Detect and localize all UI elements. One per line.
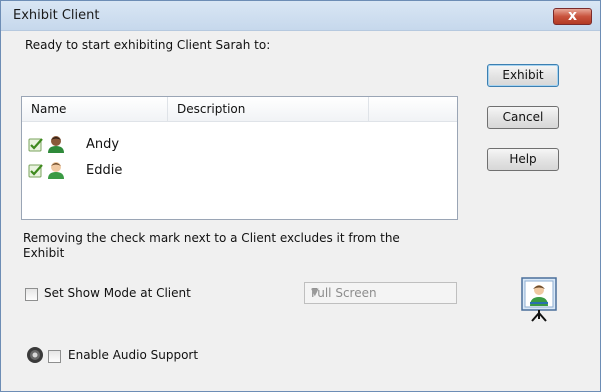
list-header: Name Description [22, 97, 457, 122]
column-header-name[interactable]: Name [22, 97, 168, 121]
column-header-description-label: Description [177, 102, 246, 116]
list-item[interactable]: Eddie [28, 160, 328, 182]
exhibit-client-dialog: Exhibit Client x Ready to start exhibiti… [0, 0, 601, 392]
exclude-note-line2: Exhibit [23, 246, 65, 260]
person-icon [48, 162, 64, 179]
column-header-name-label: Name [31, 102, 67, 116]
title-bar: Exhibit Client x [1, 1, 600, 31]
audio-support-checkbox[interactable] [48, 350, 61, 363]
person-icon [48, 136, 64, 153]
cancel-button[interactable]: Cancel [487, 106, 559, 129]
exclude-note-line1: Removing the check mark next to a Client… [23, 231, 400, 245]
speaker-icon [27, 347, 43, 363]
check-icon[interactable] [28, 137, 44, 152]
check-icon[interactable] [28, 163, 44, 178]
list-item[interactable]: Andy [28, 134, 328, 156]
exhibit-button[interactable]: Exhibit [487, 64, 559, 87]
intro-text: Ready to start exhibiting Client Sarah t… [25, 38, 271, 52]
audio-support-label: Enable Audio Support [68, 348, 199, 362]
presenter-screen-icon [521, 277, 557, 322]
help-button[interactable]: Help [487, 148, 559, 171]
client-name: Andy [86, 137, 120, 152]
column-header-description[interactable]: Description [168, 97, 369, 121]
show-mode-select[interactable]: Full Screen ▼ [304, 282, 457, 304]
window-title: Exhibit Client [13, 8, 100, 23]
close-button[interactable]: x [553, 8, 592, 25]
show-mode-label: Set Show Mode at Client [44, 286, 191, 300]
chevron-down-icon: ▼ [311, 287, 319, 298]
close-icon: x [567, 8, 578, 24]
client-name: Eddie [86, 163, 123, 178]
show-mode-checkbox[interactable] [25, 288, 38, 301]
client-list[interactable]: Name Description Andy Eddie [21, 96, 458, 220]
